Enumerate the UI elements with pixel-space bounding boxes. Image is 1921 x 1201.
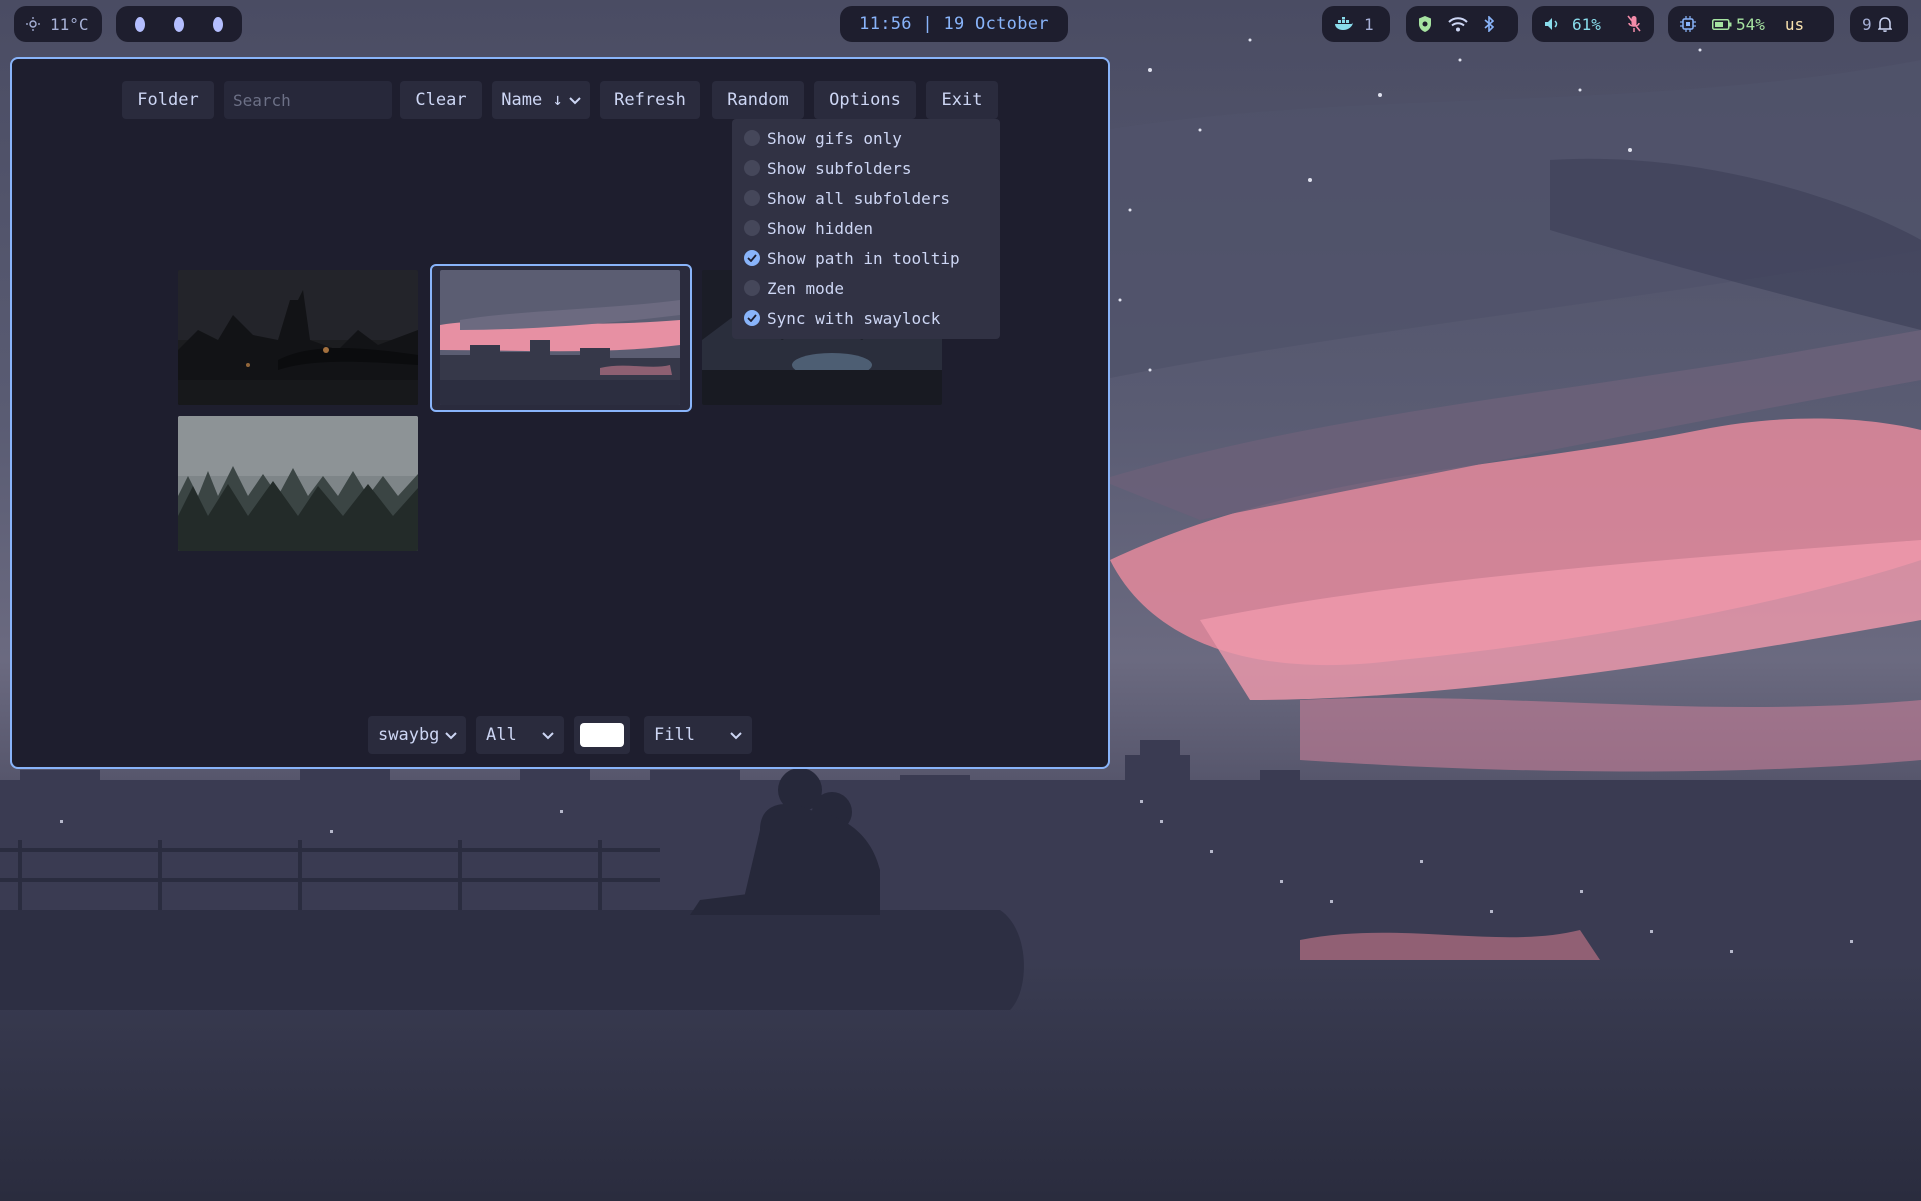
wallpaper-thumbnail[interactable] — [178, 416, 418, 551]
color-swatch — [580, 723, 624, 747]
volume-level: 61% — [1572, 14, 1601, 34]
chevron-down-icon — [542, 725, 554, 745]
option-show-subfolders[interactable]: Show subfolders — [732, 153, 1000, 183]
chevron-down-icon — [730, 725, 742, 745]
filter-dropdown[interactable]: All — [476, 716, 564, 754]
chevron-down-icon — [445, 725, 458, 745]
option-label: Show all subfolders — [767, 188, 951, 208]
wallpaper-thumbnail-selected[interactable] — [440, 270, 680, 405]
unchecked-icon — [744, 220, 760, 236]
bell-icon — [1877, 16, 1892, 32]
mic-muted-icon[interactable] — [1627, 15, 1641, 33]
unchecked-icon — [744, 280, 760, 296]
option-label: Show hidden — [767, 218, 873, 238]
wifi-icon — [1448, 16, 1468, 32]
system-widget[interactable]: 54% us — [1668, 6, 1834, 42]
search-input[interactable] — [224, 81, 392, 119]
option-label: Sync with swaylock — [767, 308, 941, 328]
backend-dropdown[interactable]: swaybg — [368, 716, 466, 754]
network-widget[interactable] — [1406, 6, 1518, 42]
audio-widget[interactable]: 61% — [1532, 6, 1654, 42]
options-menu: Show gifs only Show subfolders Show all … — [732, 119, 1000, 339]
option-zen-mode[interactable]: Zen mode — [732, 273, 1000, 303]
workspace-3-button[interactable] — [213, 16, 223, 32]
option-label: Zen mode — [767, 278, 845, 298]
notification-count: 9 — [1862, 14, 1872, 34]
workspace-2-button[interactable] — [174, 16, 184, 32]
option-show-gifs-only[interactable]: Show gifs only — [732, 123, 1000, 153]
fill-mode-label: Fill — [654, 725, 695, 745]
unchecked-icon — [744, 130, 760, 146]
cpu-icon — [1680, 16, 1696, 32]
folder-button[interactable]: Folder — [122, 81, 214, 119]
check-circle-icon — [744, 250, 760, 266]
speaker-icon — [1544, 17, 1560, 31]
battery-level: 54% — [1736, 14, 1765, 34]
battery-icon — [1712, 18, 1732, 30]
docker-whale-icon — [1334, 17, 1354, 31]
backend-label: swaybg — [378, 725, 440, 745]
color-picker-button[interactable] — [574, 716, 630, 754]
option-sync-with-swaylock[interactable]: Sync with swaylock — [732, 303, 1000, 333]
exit-button[interactable]: Exit — [926, 81, 998, 119]
option-label: Show subfolders — [767, 158, 912, 178]
filter-label: All — [486, 725, 517, 745]
option-show-path-in-tooltip[interactable]: Show path in tooltip — [732, 243, 1000, 273]
workspace-1-button[interactable] — [135, 16, 145, 32]
sort-dropdown[interactable]: Name ↓ — [492, 81, 590, 119]
docker-count: 1 — [1364, 14, 1374, 34]
clear-button[interactable]: Clear — [400, 81, 482, 119]
option-show-hidden[interactable]: Show hidden — [732, 213, 1000, 243]
docker-widget[interactable]: 1 — [1322, 6, 1390, 42]
refresh-button[interactable]: Refresh — [600, 81, 700, 119]
option-label: Show gifs only — [767, 128, 902, 148]
sun-icon — [26, 17, 40, 31]
weather-temperature: 11°C — [50, 14, 89, 34]
wallpaper-picker-window: Folder Clear Name ↓ Refresh Random Optio… — [10, 57, 1110, 769]
unchecked-icon — [744, 160, 760, 176]
chevron-down-icon — [568, 90, 581, 110]
option-label: Show path in tooltip — [767, 248, 960, 268]
fill-mode-dropdown[interactable]: Fill — [644, 716, 752, 754]
options-button[interactable]: Options — [814, 81, 916, 119]
clock-text: 11:56 | 19 October — [859, 14, 1049, 34]
wallpaper-thumbnail[interactable] — [178, 270, 418, 405]
notifications-widget[interactable]: 9 — [1850, 6, 1908, 42]
workspace-switcher — [116, 6, 242, 42]
bluetooth-icon — [1484, 16, 1494, 32]
shield-icon — [1418, 16, 1432, 32]
option-show-all-subfolders[interactable]: Show all subfolders — [732, 183, 1000, 213]
random-button[interactable]: Random — [712, 81, 804, 119]
weather-widget[interactable]: 11°C — [14, 6, 102, 42]
unchecked-icon — [744, 190, 760, 206]
sort-label: Name ↓ — [501, 90, 563, 110]
check-circle-icon — [744, 310, 760, 326]
clock-widget[interactable]: 11:56 | 19 October — [840, 6, 1068, 42]
keyboard-layout: us — [1784, 14, 1805, 34]
